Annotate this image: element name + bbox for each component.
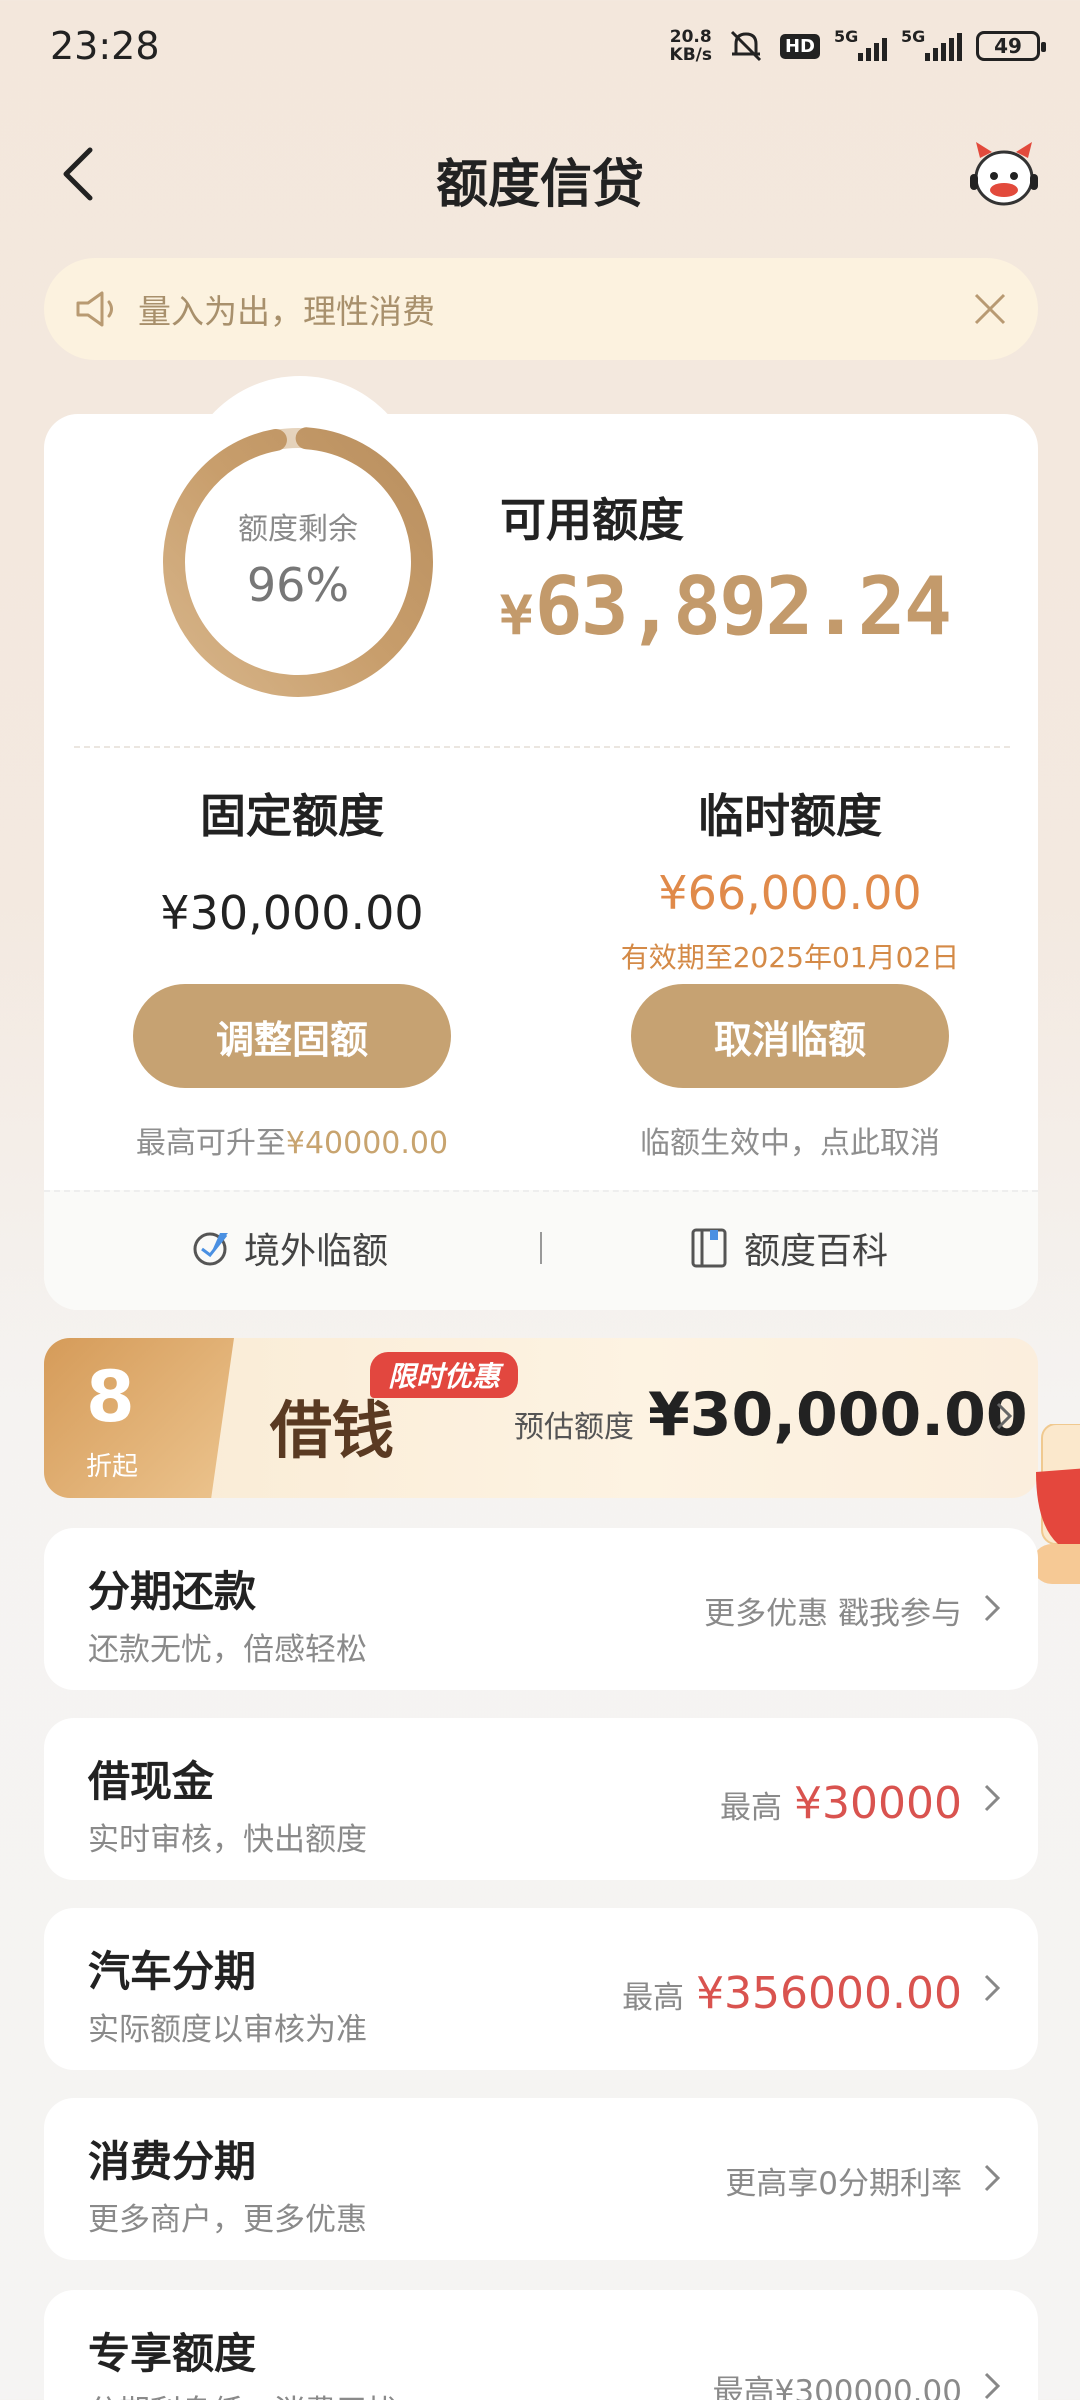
temp-credit-label: 临时额度 [698, 789, 882, 843]
speaker-icon [76, 291, 113, 327]
notice-text: 量入为出，理性消费 [138, 292, 435, 331]
notice-bar: 量入为出，理性消费 [44, 258, 1038, 360]
list-item-exclusive-credit[interactable]: 专享额度 分期利息低，消费无忧 最高¥300000.00 [44, 2290, 1038, 2400]
chevron-right-icon [984, 2372, 1001, 2400]
signal-icon: 5G [901, 27, 962, 61]
fixed-credit-column: 固定额度 [42, 780, 542, 846]
temp-credit-hint[interactable]: 临额生效中，点此取消 [540, 1118, 1040, 1162]
page-header: 额度信贷 [0, 120, 1080, 230]
close-icon[interactable] [972, 291, 1008, 327]
temp-credit-amount: ¥66,000.00 [658, 866, 922, 920]
temp-credit-column: 临时额度 [540, 780, 1040, 846]
available-credit-label: 可用额度 [500, 493, 684, 547]
chevron-right-icon [984, 1784, 1001, 1812]
chevron-right-icon [984, 1594, 1001, 1622]
fixed-credit-amount: ¥30,000.00 [160, 886, 424, 940]
quota-remaining-ring: 额度剩余 96% [160, 424, 436, 700]
list-item-installment-repayment[interactable]: 分期还款 还款无忧，倍感轻松 更多优惠 戳我参与 [44, 1528, 1038, 1690]
limited-offer-tag: 限时优惠 [370, 1352, 519, 1398]
borrow-money-banner[interactable]: 8 折起 借钱 限时优惠 预估额度 ¥30,000.00 [44, 1338, 1038, 1498]
ring-percent: 96% [246, 558, 350, 612]
cancel-temp-credit-button[interactable]: 取消临额 [631, 984, 949, 1088]
status-icons: 20.8 KB/s HD 5G 5G 49 [669, 27, 1046, 65]
chevron-right-icon [984, 2164, 1001, 2192]
chevron-right-icon [996, 1402, 1013, 1430]
fixed-credit-hint: 最高可升至¥40000.00 [135, 1126, 449, 1161]
credit-wiki-link[interactable]: 额度百科 [690, 1222, 888, 1274]
ring-label: 额度剩余 [238, 512, 358, 547]
list-item-car-installment[interactable]: 汽车分期 实际额度以审核为准 最高 ¥356000.00 [44, 1908, 1038, 2070]
discount-badge: 8 折起 [44, 1338, 234, 1498]
chevron-right-icon [984, 1974, 1001, 2002]
overseas-plane-icon [193, 1232, 228, 1266]
overseas-temp-credit-link[interactable]: 境外临额 [190, 1222, 388, 1274]
estimated-credit-label: 预估额度 [514, 1410, 634, 1445]
available-credit-amount: ¥63,892.24 [500, 560, 952, 653]
list-item-cash-loan[interactable]: 借现金 实时审核，快出额度 最高 ¥30000 [44, 1718, 1038, 1880]
book-icon [691, 1228, 727, 1268]
status-time: 23:28 [50, 24, 160, 68]
signal-icon: 5G [834, 27, 887, 61]
mascot-assistant-icon[interactable] [966, 138, 1042, 214]
mute-bell-icon [730, 30, 762, 62]
divider [74, 746, 1010, 748]
adjust-fixed-credit-button[interactable]: 调整固额 [133, 984, 451, 1088]
hd-icon: HD [779, 33, 820, 59]
page-title: 额度信贷 [435, 155, 644, 215]
temp-credit-valid-date: 有效期至2025年01月02日 [620, 941, 960, 974]
footer-separator [540, 1232, 542, 1264]
network-speed: 20.8 KB/s [669, 27, 712, 65]
fixed-credit-label: 固定额度 [200, 789, 384, 843]
estimated-credit-amount: ¥30,000.00 [648, 1380, 1028, 1450]
battery-icon: 49 [976, 31, 1046, 61]
credit-card-footer: 境外临额 额度百科 [44, 1190, 1038, 1310]
list-item-consumer-installment[interactable]: 消费分期 更多商户，更多优惠 更高享0分期利率 [44, 2098, 1038, 2260]
status-bar: 23:28 20.8 KB/s HD 5G 5G 49 [0, 0, 1080, 96]
